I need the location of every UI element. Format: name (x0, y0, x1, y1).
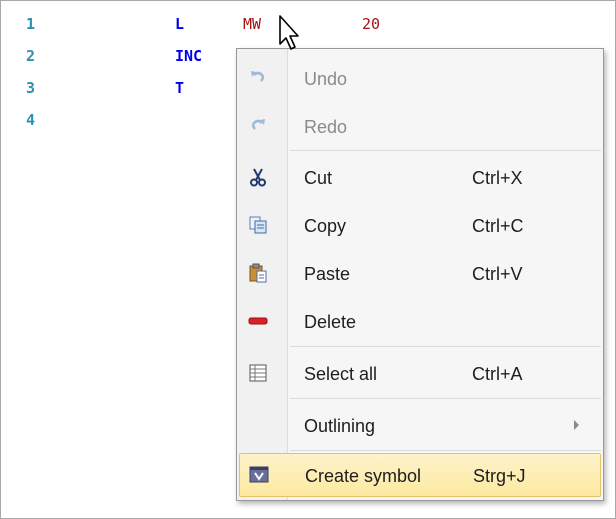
mouse-pointer-icon (279, 15, 299, 50)
undo-icon (248, 68, 268, 88)
menu-item-label: Paste (304, 264, 351, 284)
copy-icon (248, 215, 268, 235)
menu-item-shortcut: Ctrl+A (472, 364, 523, 384)
select-all-icon (248, 363, 268, 383)
scissors-icon (248, 167, 268, 187)
create-symbol-icon (249, 464, 269, 484)
menu-item-label: Create symbol (305, 466, 422, 486)
menu-item-shortcut: Ctrl+C (472, 216, 524, 236)
menu-item-undo[interactable]: Undo (239, 56, 601, 100)
menu-item-label: Outlining (304, 416, 376, 436)
code-line[interactable]: 1 L MW 20 (1, 15, 615, 37)
menu-item-cut[interactable]: Cut Ctrl+X (239, 155, 601, 199)
menu-item-copy[interactable]: Copy Ctrl+C (239, 203, 601, 247)
delete-icon (248, 311, 268, 331)
redo-icon (248, 116, 268, 136)
menu-item-delete[interactable]: Delete (239, 299, 601, 343)
line-number: 2 (26, 47, 36, 65)
menu-item-shortcut: Ctrl+V (472, 264, 523, 284)
menu-item-label: Redo (304, 117, 348, 137)
line-number: 3 (26, 79, 36, 97)
paste-icon (248, 263, 268, 283)
menu-item-redo[interactable]: Redo (239, 104, 601, 148)
line-number: 4 (26, 111, 36, 129)
operand[interactable]: MW (243, 15, 261, 33)
instruction[interactable]: INC (175, 47, 202, 65)
menu-item-label: Undo (304, 69, 348, 89)
instruction[interactable]: T (175, 79, 184, 97)
line-number: 1 (26, 15, 36, 33)
code-editor-window: 1 L MW 20 2 INC 3 T 4 Undo Redo Cut Ctrl… (0, 0, 616, 519)
menu-item-label: Delete (304, 312, 357, 332)
menu-item-create-symbol[interactable]: Create symbol Strg+J (239, 453, 601, 497)
menu-separator (290, 450, 601, 451)
menu-item-outlining[interactable]: Outlining (239, 403, 601, 447)
menu-item-shortcut: Ctrl+X (472, 168, 523, 188)
instruction[interactable]: L (175, 15, 184, 33)
menu-item-shortcut: Strg+J (473, 466, 526, 486)
menu-separator (290, 150, 601, 151)
menu-item-label: Copy (304, 216, 347, 236)
context-menu: Undo Redo Cut Ctrl+X Copy Ctrl+C Paste C… (236, 48, 604, 501)
menu-item-select-all[interactable]: Select all Ctrl+A (239, 351, 601, 395)
menu-separator (290, 398, 601, 399)
menu-item-label: Cut (304, 168, 333, 188)
operand-value[interactable]: 20 (362, 15, 380, 33)
menu-item-paste[interactable]: Paste Ctrl+V (239, 251, 601, 295)
submenu-arrow-icon (574, 420, 579, 430)
menu-separator (290, 346, 601, 347)
menu-item-label: Select all (304, 364, 378, 384)
